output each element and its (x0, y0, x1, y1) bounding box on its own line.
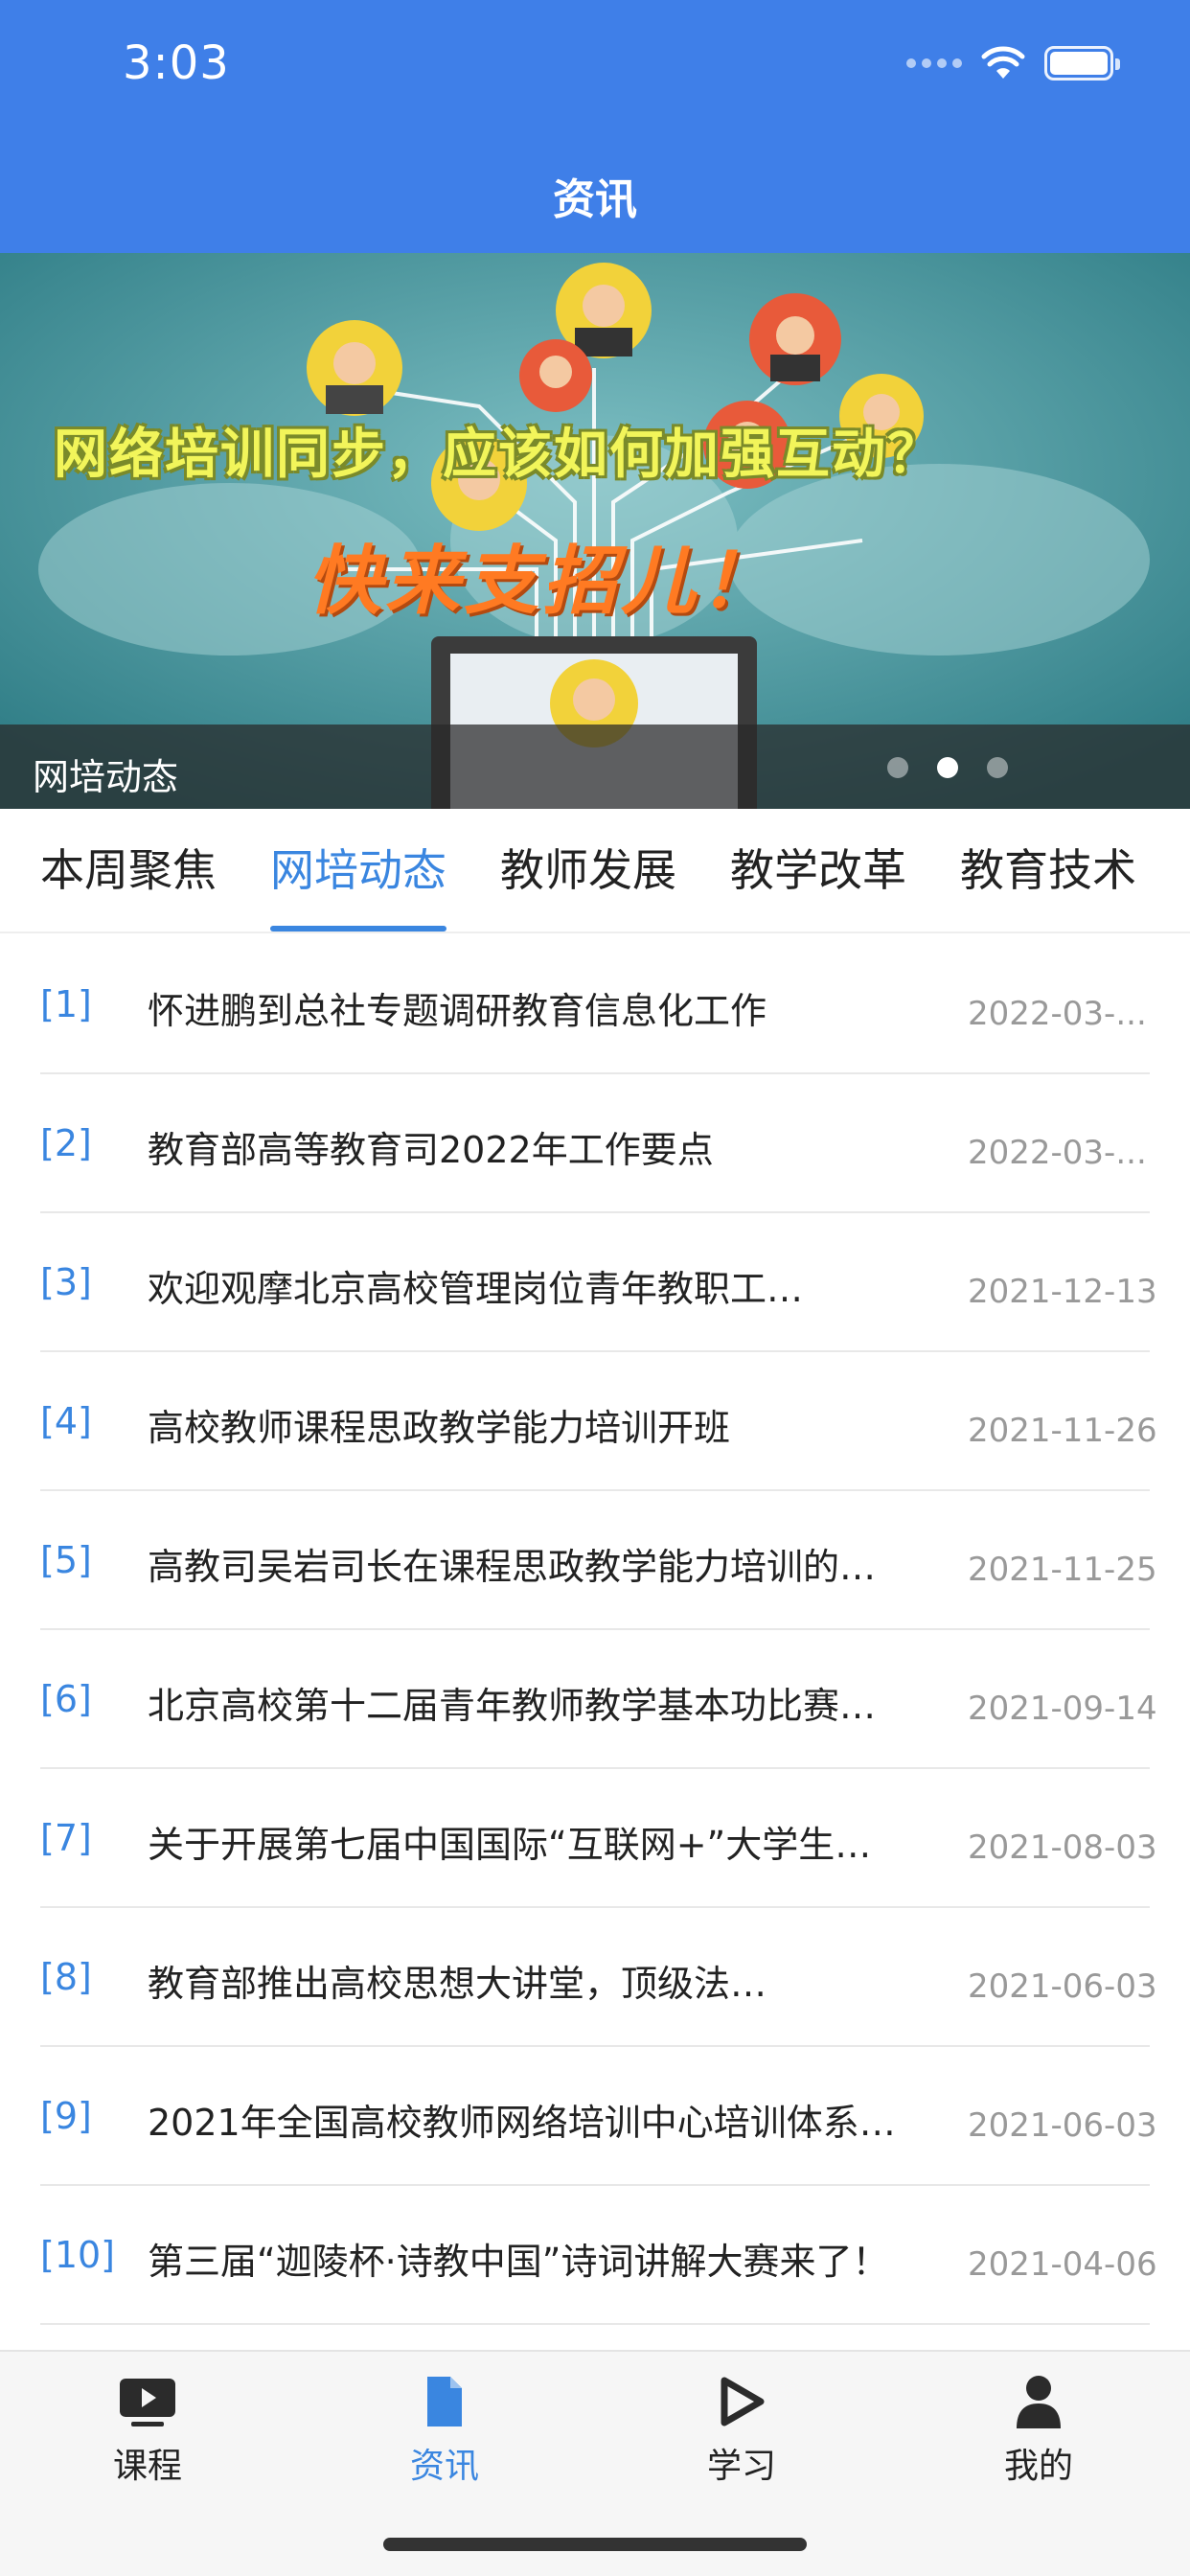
item-index: [9] (40, 2095, 92, 2137)
page-title: 资讯 (553, 175, 637, 224)
tab-weekly-focus[interactable]: 本周聚焦 (40, 809, 217, 932)
tab-teacher-development[interactable]: 教师发展 (500, 809, 676, 932)
nav-label: 我的 (1003, 2447, 1073, 2486)
home-indicator[interactable] (383, 2538, 807, 2551)
item-date: 2021-06-03 (968, 2106, 1157, 2145)
document-icon (427, 2377, 462, 2426)
item-title: 怀进鹏到总社专题调研教育信息化工作 (148, 990, 767, 1032)
item-title: 2021年全国高校教师网络培训中心培训体系… (148, 2102, 896, 2144)
item-index: [2] (40, 1122, 92, 1164)
person-icon (1017, 2376, 1061, 2428)
status-time: 3:03 (123, 36, 230, 90)
battery-icon (1044, 46, 1120, 80)
item-date: 2022-03-... (968, 1134, 1147, 1172)
status-icons (906, 46, 1120, 80)
item-title: 北京高校第十二届青年教师教学基本功比赛… (148, 1685, 877, 1727)
item-title: 高校教师课程思政教学能力培训开班 (148, 1407, 731, 1449)
tab-teaching-reform[interactable]: 教学改革 (730, 809, 906, 932)
signal-icon (906, 58, 962, 68)
item-index: [4] (40, 1400, 92, 1442)
carousel-dot[interactable] (987, 757, 1008, 778)
item-title: 欢迎观摩北京高校管理岗位青年教职工… (148, 1268, 804, 1310)
item-index: [5] (40, 1539, 92, 1581)
item-index: [10] (40, 2234, 116, 2276)
list-item[interactable]: [7] 关于开展第七届中国国际“互联网+”大学生… 2021-08-03 (40, 1769, 1157, 1908)
wifi-icon (981, 46, 1025, 79)
banner-caption-bar: 网培动态 (0, 724, 1190, 809)
list-item[interactable]: [4] 高校教师课程思政教学能力培训开班 2021-11-26 (40, 1352, 1157, 1491)
category-tabs: 本周聚焦 网培动态 教师发展 教学改革 教育技术 (0, 809, 1190, 933)
app-header: 3:03 资讯 (0, 0, 1190, 253)
item-title: 第三届“迦陵杯·诗教中国”诗词讲解大赛来了！ (148, 2241, 889, 2283)
item-index: [7] (40, 1817, 92, 1859)
item-date: 2021-08-03 (968, 1828, 1157, 1867)
video-play-icon (120, 2379, 175, 2426)
list-item[interactable]: [9] 2021年全国高校教师网络培训中心培训体系… 2021-06-03 (40, 2047, 1157, 2186)
carousel-dots (887, 757, 1008, 778)
item-index: [8] (40, 1956, 92, 1998)
list-item[interactable]: [6] 北京高校第十二届青年教师教学基本功比赛… 2021-09-14 (40, 1630, 1157, 1769)
nav-news[interactable]: 资讯 (349, 2373, 540, 2488)
item-title: 教育部高等教育司2022年工作要点 (148, 1129, 714, 1171)
nav-mine[interactable]: 我的 (943, 2373, 1134, 2488)
item-index: [3] (40, 1261, 92, 1303)
list-item[interactable]: [3] 欢迎观摩北京高校管理岗位青年教职工… 2021-12-13 (40, 1213, 1157, 1352)
list-item[interactable]: [1] 怀进鹏到总社专题调研教育信息化工作 2022-03-... (40, 935, 1150, 1074)
news-list: [1] 怀进鹏到总社专题调研教育信息化工作 2022-03-... [2] 教育… (0, 935, 1190, 2325)
carousel-dot-active[interactable] (937, 757, 958, 778)
item-index: [6] (40, 1678, 92, 1720)
nav-study[interactable]: 学习 (646, 2373, 837, 2488)
nav-course[interactable]: 课程 (52, 2373, 243, 2488)
list-item[interactable]: [5] 高教司吴岩司长在课程思政教学能力培训的… 2021-11-25 (40, 1491, 1157, 1630)
tab-training-news[interactable]: 网培动态 (270, 809, 446, 932)
item-date: 2021-12-13 (968, 1273, 1157, 1311)
list-item[interactable]: [10] 第三届“迦陵杯·诗教中国”诗词讲解大赛来了！ 2021-04-06 (40, 2186, 1157, 2325)
item-title: 教育部推出高校思想大讲堂，顶级法… (148, 1963, 767, 2005)
banner-carousel[interactable]: 网络培训同步，应该如何加强互动？ 快来支招儿！ 网培动态 (0, 253, 1190, 809)
list-item[interactable]: [2] 教育部高等教育司2022年工作要点 2022-03-... (40, 1074, 1150, 1213)
item-date: 2021-11-25 (968, 1551, 1157, 1589)
nav-label: 课程 (112, 2447, 182, 2486)
nav-label: 学习 (706, 2447, 776, 2486)
item-index: [1] (40, 983, 92, 1025)
item-date: 2021-04-06 (968, 2245, 1157, 2284)
banner-slogan: 快来支招儿！ (307, 539, 779, 625)
carousel-dot[interactable] (887, 757, 908, 778)
tab-education-technology[interactable]: 教育技术 (960, 809, 1136, 932)
item-date: 2021-09-14 (968, 1690, 1157, 1728)
item-title: 关于开展第七届中国国际“互联网+”大学生… (148, 1824, 872, 1866)
banner-headline: 网络培训同步，应该如何加强互动？ (54, 424, 943, 486)
play-circle-icon (721, 2377, 765, 2426)
list-item[interactable]: [8] 教育部推出高校思想大讲堂，顶级法… 2021-06-03 (40, 1908, 1157, 2047)
banner-caption: 网培动态 (33, 756, 179, 798)
nav-label: 资讯 (409, 2447, 479, 2486)
item-title: 高教司吴岩司长在课程思政教学能力培训的… (148, 1546, 877, 1588)
item-date: 2021-11-26 (968, 1412, 1157, 1450)
item-date: 2021-06-03 (968, 1967, 1157, 2006)
item-date: 2022-03-... (968, 995, 1147, 1033)
